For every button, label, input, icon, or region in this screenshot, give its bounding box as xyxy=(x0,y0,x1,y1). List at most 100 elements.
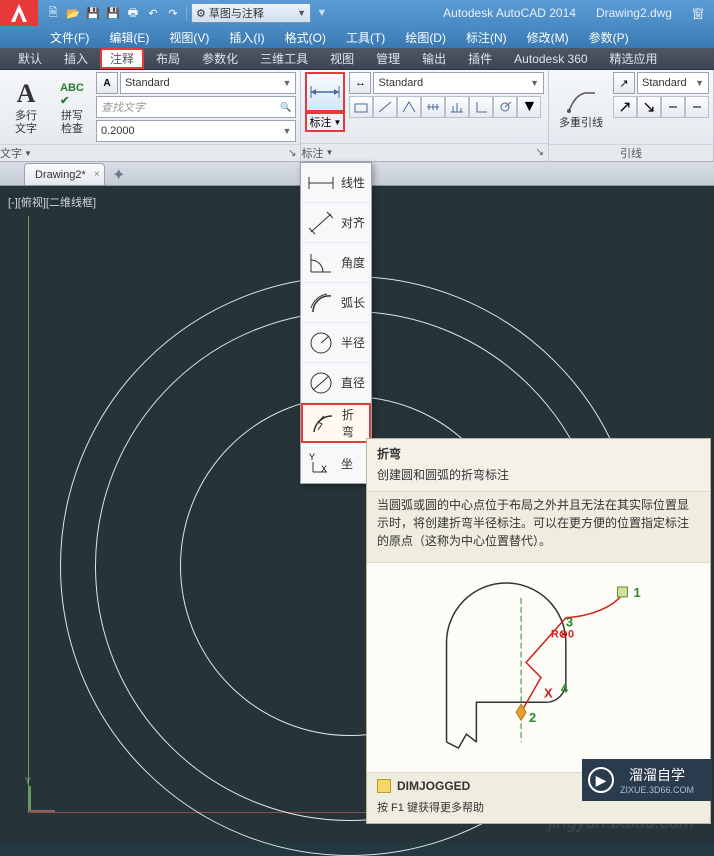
panel-dim-title[interactable]: 标注▼ ↘ xyxy=(301,143,548,161)
diameter-icon xyxy=(305,367,337,399)
menu-view[interactable]: 视图(V) xyxy=(159,26,219,48)
tab-plugins[interactable]: 插件 xyxy=(458,48,502,69)
linear-icon xyxy=(305,167,337,199)
spellcheck-button[interactable]: ABC✔ 拼写 检查 xyxy=(52,72,92,142)
mleader-button[interactable]: 多重引线 xyxy=(553,72,609,142)
menu-file[interactable]: 文件(F) xyxy=(40,26,99,48)
command-icon xyxy=(377,779,391,793)
panel-dimension: 标注 ▼ ↔ Standard ▼ xyxy=(301,70,549,161)
tab-a360[interactable]: Autodesk 360 xyxy=(504,48,597,69)
new-icon[interactable]: 🗎 xyxy=(44,4,62,22)
leaderstyle-combo[interactable]: Standard ▼ xyxy=(637,72,709,94)
menu-insert[interactable]: 插入(I) xyxy=(219,26,274,48)
dim-radius[interactable]: 半径 xyxy=(301,323,371,363)
diag-r: R⊗0 xyxy=(551,629,574,641)
close-icon[interactable]: × xyxy=(94,169,100,180)
tab-manage[interactable]: 管理 xyxy=(366,48,410,69)
dimension-button[interactable] xyxy=(305,72,345,112)
dim-tool-2[interactable] xyxy=(373,96,397,118)
undo-icon[interactable]: ↶ xyxy=(144,4,162,22)
diag-n4: 4 xyxy=(561,680,569,695)
dialog-launcher-icon[interactable]: ↘ xyxy=(288,148,296,159)
search-icon: 🔍 xyxy=(280,102,291,113)
dim-tool-row: ▼ xyxy=(349,96,544,118)
filetab-drawing2[interactable]: Drawing2* × xyxy=(24,163,105,185)
tab-annotate[interactable]: 注释 xyxy=(100,48,144,69)
save-icon[interactable]: 💾 xyxy=(84,4,102,22)
leader-tool-1[interactable]: ↗ xyxy=(613,96,637,118)
tab-insert[interactable]: 插入 xyxy=(54,48,98,69)
dim-tool-6[interactable] xyxy=(469,96,493,118)
leader-tool-4[interactable]: ⎯ xyxy=(685,96,709,118)
dimstyle-combo[interactable]: Standard ▼ xyxy=(373,72,544,94)
dim-aligned[interactable]: 对齐 xyxy=(301,203,371,243)
menu-draw[interactable]: 绘图(D) xyxy=(395,26,456,48)
dimension-dropdown[interactable]: 标注 ▼ xyxy=(305,112,345,132)
dialog-launcher-icon[interactable]: ↘ xyxy=(536,147,544,158)
dim-ordinate[interactable]: YX 坐 xyxy=(301,443,371,483)
abc-icon: ABC✔ xyxy=(56,78,88,110)
workspace-selector[interactable]: ⚙ 草图与注释 ▼ xyxy=(191,3,311,23)
angular-icon xyxy=(305,247,337,279)
menu-modify[interactable]: 修改(M) xyxy=(517,26,579,48)
panel-leader-title[interactable]: 引线 xyxy=(549,144,713,161)
open-icon[interactable]: 📂 xyxy=(64,4,82,22)
find-input[interactable]: 查找文字 🔍 xyxy=(96,96,296,118)
dim-tool-5[interactable] xyxy=(445,96,469,118)
dimension-dropdown-menu: 线性 对齐 角度 弧长 半径 直径 折弯 YX 坐 xyxy=(300,162,372,484)
mtext-button[interactable]: A 多行 文字 xyxy=(4,72,48,142)
dim-diameter[interactable]: 直径 xyxy=(301,363,371,403)
leader-tool-3[interactable]: ⎯ xyxy=(661,96,685,118)
textheight-combo[interactable]: 0.2000 ▼ xyxy=(96,120,296,142)
tooltip-body: 当圆弧或圆的中心点位于布局之外并且无法在其实际位置显示时，将创建折弯半径标注。可… xyxy=(367,491,710,562)
tab-3dtools[interactable]: 三维工具 xyxy=(250,48,318,69)
ribbon: A 多行 文字 ABC✔ 拼写 检查 A Standard ▼ 查找文字 xyxy=(0,70,714,162)
chevron-down-icon: ▼ xyxy=(695,78,704,88)
textstyle-combo[interactable]: Standard ▼ xyxy=(120,72,296,94)
redo-icon[interactable]: ↷ xyxy=(164,4,182,22)
tooltip-command: DIMJOGGED xyxy=(377,779,470,793)
textstyle-icon[interactable]: A xyxy=(96,72,118,94)
dim-tool-3[interactable] xyxy=(397,96,421,118)
tab-featured[interactable]: 精选应用 xyxy=(600,48,668,69)
dimstyle-icon[interactable]: ↔ xyxy=(349,72,371,94)
viewport-label[interactable]: [-][俯视][二维线框] xyxy=(8,194,96,210)
dim-angular[interactable]: 角度 xyxy=(301,243,371,283)
leader-tool-2[interactable]: ↘ xyxy=(637,96,661,118)
dim-arc[interactable]: 弧长 xyxy=(301,283,371,323)
ribbon-tabs: 默认 插入 注释 布局 参数化 三维工具 视图 管理 输出 插件 Autodes… xyxy=(0,48,714,70)
add-tab-icon[interactable]: ✦ xyxy=(109,165,129,185)
print-icon[interactable]: 🖶 xyxy=(124,4,142,22)
brand-name: 溜溜自学 xyxy=(629,765,685,785)
dim-tool-1[interactable] xyxy=(349,96,373,118)
filetab-label: Drawing2* xyxy=(35,169,86,181)
dim-tool-4[interactable] xyxy=(421,96,445,118)
menu-dimension[interactable]: 标注(N) xyxy=(456,26,517,48)
diag-n2: 2 xyxy=(529,710,536,725)
dim-linear[interactable]: 线性 xyxy=(301,163,371,203)
saveas-icon[interactable]: 💾 xyxy=(104,4,122,22)
mtext-label: 多行 文字 xyxy=(15,110,37,136)
app-icon[interactable] xyxy=(0,0,38,26)
dim-tool-7[interactable] xyxy=(493,96,517,118)
tab-default[interactable]: 默认 xyxy=(8,48,52,69)
leaderstyle-icon[interactable]: ↗ xyxy=(613,72,635,94)
dim-tool-8[interactable]: ▼ xyxy=(517,96,541,118)
radius-icon xyxy=(305,327,337,359)
chevron-down-icon: ▼ xyxy=(283,126,292,136)
dim-jogged[interactable]: 折弯 xyxy=(301,403,371,443)
tab-output[interactable]: 输出 xyxy=(412,48,456,69)
arc-icon xyxy=(305,287,337,319)
menu-param[interactable]: 参数(P) xyxy=(579,26,639,48)
tab-view[interactable]: 视图 xyxy=(320,48,364,69)
menu-tools[interactable]: 工具(T) xyxy=(336,26,395,48)
tab-layout[interactable]: 布局 xyxy=(146,48,190,69)
tab-parametric[interactable]: 参数化 xyxy=(192,48,248,69)
qat-dropdown-icon[interactable]: ▼ xyxy=(313,4,331,22)
menu-edit[interactable]: 编辑(E) xyxy=(99,26,159,48)
play-icon: ▶ xyxy=(588,767,614,793)
leader-tool-row: ↗ ↘ ⎯ ⎯ xyxy=(613,96,709,118)
menu-format[interactable]: 格式(O) xyxy=(275,26,336,48)
window-label: 窗 xyxy=(682,5,714,22)
panel-text-title[interactable]: 文字▼ ↘ xyxy=(0,144,300,161)
